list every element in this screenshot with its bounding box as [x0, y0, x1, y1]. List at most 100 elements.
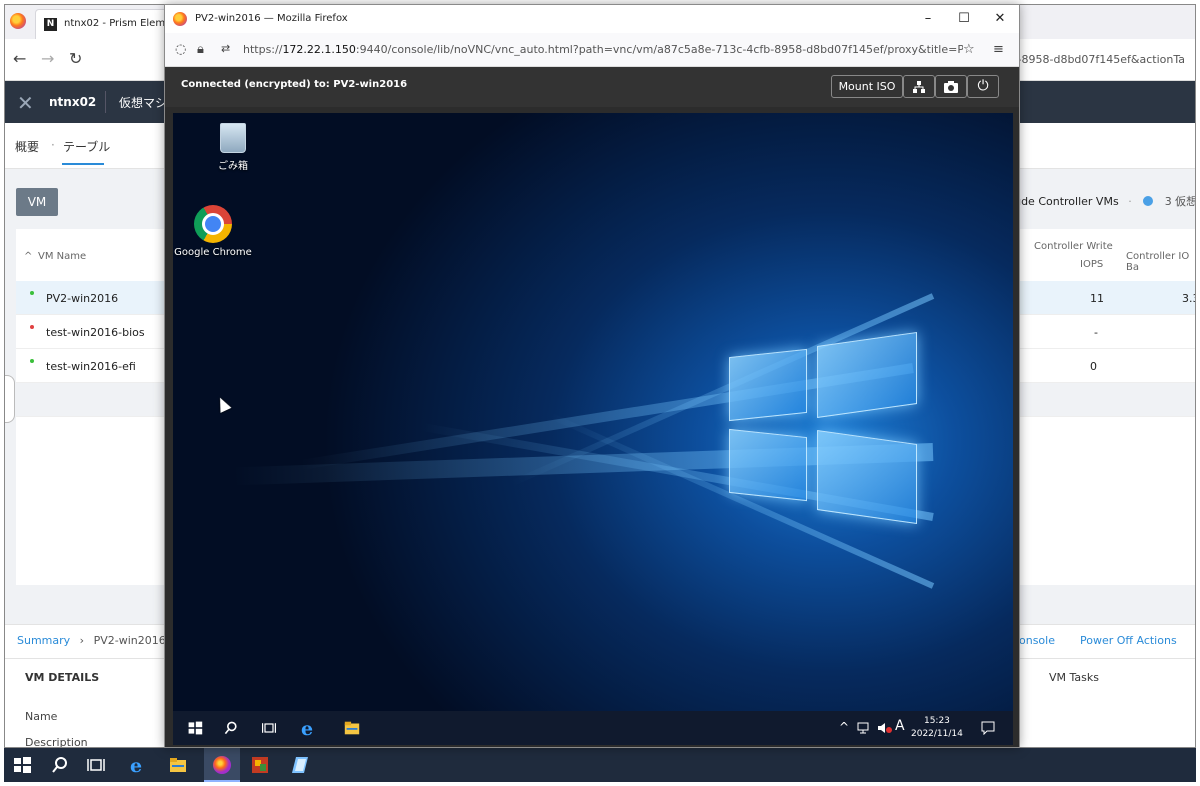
subnav-separator: ·: [51, 138, 55, 152]
clock-time: 15:23: [923, 716, 950, 726]
tab-overview[interactable]: 概要: [15, 138, 39, 155]
host-taskbar: e: [4, 748, 1196, 782]
minimize-button[interactable]: –: [913, 9, 943, 29]
volume-muted-icon[interactable]: [877, 721, 893, 735]
svg-text:e: e: [301, 718, 313, 738]
cluster-name[interactable]: ntnx02: [49, 95, 96, 109]
active-tab-underline: [62, 163, 104, 165]
vm-name: test-win2016-efi: [46, 360, 136, 373]
include-controller-label: clude Controller VMs: [1005, 195, 1119, 208]
vm-details-heading[interactable]: VM DETAILS: [25, 671, 99, 684]
logo-pane: [729, 428, 807, 502]
url-rest: :9440/console/lib/noVNC/vnc_auto.html?pa…: [355, 43, 963, 56]
chrome-shortcut[interactable]: Google Chrome: [173, 205, 253, 258]
chrome-label: Google Chrome: [174, 247, 252, 258]
col-vm-name[interactable]: VM Name: [38, 251, 86, 262]
remote-taskbar: e ^ A 15:23 2022/11/14: [173, 711, 1013, 745]
file-explorer-icon[interactable]: [343, 719, 361, 737]
firefox-titlebar[interactable]: PV2-win2016 — Mozilla Firefox – ☐ ✕: [165, 5, 1019, 33]
notepad-icon[interactable]: [290, 755, 310, 775]
vm-tasks-tab[interactable]: VM Tasks: [1049, 671, 1099, 684]
menu-hamburger-icon[interactable]: ≡: [993, 42, 1004, 57]
windows-start-icon[interactable]: [187, 720, 203, 736]
firefox-icon: [173, 12, 187, 26]
reload-icon[interactable]: ↻: [69, 49, 82, 68]
recycle-bin-shortcut[interactable]: ごみ箱: [193, 123, 273, 172]
ie-icon[interactable]: e: [299, 718, 319, 738]
power-icon: ⏻: [977, 78, 989, 94]
lock-icon[interactable]: 🔒︎: [197, 42, 204, 57]
info-icon[interactable]: [1143, 196, 1154, 206]
power-off-actions-link[interactable]: Power Off Actions: [1080, 634, 1177, 647]
firefox-icon: [10, 13, 26, 29]
shield-icon[interactable]: ◌: [175, 42, 186, 57]
bookmark-star-icon[interactable]: ☆: [963, 42, 975, 57]
ime-indicator[interactable]: A: [895, 718, 905, 734]
browser-tab-prism[interactable]: N ntnx02 - Prism Element: [35, 9, 171, 39]
back-icon[interactable]: ←: [13, 49, 26, 68]
recycle-bin-icon: [220, 123, 246, 153]
network-icon: [913, 81, 925, 93]
url-field[interactable]: https://172.22.1.150:9440/console/lib/no…: [243, 43, 963, 56]
ie-icon[interactable]: e: [128, 755, 148, 775]
windows-start-icon[interactable]: [12, 755, 32, 775]
firefox-url-bar: ◌ 🔒︎ ⇄ https://172.22.1.150:9440/console…: [165, 33, 1019, 67]
launch-console-link[interactable]: onsole: [1019, 634, 1055, 647]
firefox-console-window: PV2-win2016 — Mozilla Firefox – ☐ ✕ ◌ 🔒︎…: [164, 4, 1020, 748]
logo-pane: [817, 429, 917, 525]
chevron-right-icon: ›: [79, 634, 85, 647]
name-label: Name: [25, 710, 58, 723]
vm-name: PV2-win2016: [46, 292, 119, 305]
panel-resize-handle[interactable]: [5, 375, 15, 423]
file-explorer-icon[interactable]: [168, 755, 188, 775]
sort-icon[interactable]: ^: [24, 251, 32, 262]
power-button[interactable]: ⏻: [967, 75, 999, 98]
bg-url-fragment[interactable]: 4cfb-8958-d8bd07f145ef&actionTa: [994, 53, 1185, 66]
vm-button[interactable]: VM: [16, 188, 58, 216]
include-controller-vms[interactable]: clude Controller VMs · 3 仮想: [1005, 193, 1195, 209]
description-label: Description: [25, 736, 88, 748]
server-manager-icon[interactable]: [250, 755, 270, 775]
network-tray-icon[interactable]: [857, 721, 871, 735]
screenshot-button[interactable]: [935, 75, 967, 98]
window-title: PV2-win2016 — Mozilla Firefox: [195, 13, 348, 24]
permissions-icon[interactable]: ⇄: [221, 42, 230, 55]
status-dot-on: [30, 291, 34, 295]
crumb-vm-name: PV2-win2016: [93, 634, 166, 647]
connection-status: Connected (encrypted) to: PV2-win2016: [181, 79, 408, 90]
firefox-icon[interactable]: [212, 755, 232, 775]
forward-icon[interactable]: →: [41, 49, 54, 68]
search-icon[interactable]: [223, 720, 239, 736]
io-bandwidth: 3.3: [1182, 292, 1195, 305]
vnc-canvas-area[interactable]: ごみ箱 Google Chrome e ^ A 15:23 2022/11/14: [165, 107, 1019, 747]
tab-title: ntnx02 - Prism Element: [64, 18, 171, 29]
system-clock[interactable]: 15:23 2022/11/14: [911, 715, 963, 741]
col-write-iops-1[interactable]: Controller Write: [1034, 241, 1113, 252]
action-center-icon[interactable]: [981, 721, 995, 735]
task-view-icon[interactable]: [261, 720, 277, 736]
mount-iso-button[interactable]: Mount ISO: [831, 75, 903, 98]
show-hidden-icons[interactable]: ^: [839, 720, 849, 734]
url-prefix: https://: [243, 43, 283, 56]
maximize-button[interactable]: ☐: [949, 9, 979, 29]
summary-breadcrumb[interactable]: Summary › PV2-win2016: [17, 634, 166, 647]
col-write-iops-2[interactable]: IOPS: [1080, 259, 1103, 270]
close-button[interactable]: ✕: [985, 9, 1015, 29]
vm-count: 3 仮想: [1164, 195, 1196, 208]
remote-desktop[interactable]: ごみ箱 Google Chrome: [173, 113, 1013, 711]
nutanix-x-icon[interactable]: ✕: [17, 91, 34, 115]
header-divider: [105, 91, 106, 113]
recycle-bin-label: ごみ箱: [218, 161, 248, 172]
svg-text:e: e: [130, 755, 142, 775]
send-keys-button[interactable]: [903, 75, 935, 98]
task-view-icon[interactable]: [86, 755, 106, 775]
crumb-summary[interactable]: Summary: [17, 634, 70, 647]
vm-menu[interactable]: 仮想マシ: [119, 94, 167, 111]
url-host: 172.22.1.150: [282, 43, 356, 56]
col-io-bandwidth[interactable]: Controller IO Ba: [1126, 251, 1195, 273]
search-icon[interactable]: [50, 755, 70, 775]
tab-table[interactable]: テーブル: [63, 138, 110, 155]
status-dot-off: [30, 325, 34, 329]
filter-separator: ·: [1128, 195, 1132, 208]
mouse-cursor-icon: [214, 395, 232, 413]
